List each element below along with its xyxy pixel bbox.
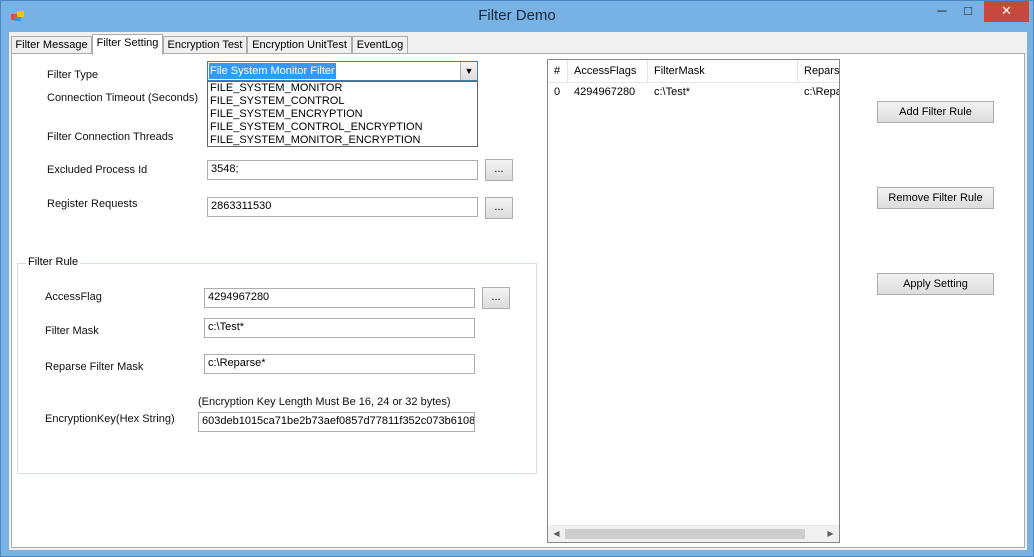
register-requests-label: Register Requests <box>47 198 138 210</box>
encryption-key-input[interactable]: 603deb1015ca71be2b73aef0857d77811f352c07… <box>198 412 475 432</box>
maximize-button[interactable]: □ <box>955 1 981 22</box>
access-flag-input[interactable]: 4294967280 <box>204 288 475 308</box>
register-requests-input[interactable]: 2863311530 <box>207 197 478 217</box>
filter-rules-list[interactable]: # AccessFlags FilterMask Reparse 0 42949… <box>547 59 840 543</box>
reparse-mask-label: Reparse Filter Mask <box>45 361 144 373</box>
add-filter-rule-button[interactable]: Add Filter Rule <box>877 101 994 123</box>
filter-rule-title: Filter Rule <box>26 256 81 268</box>
access-flag-label: AccessFlag <box>45 291 102 303</box>
filter-type-label: Filter Type <box>47 69 99 81</box>
access-flag-browse-button[interactable]: ... <box>482 287 510 309</box>
tab-eventlog[interactable]: EventLog <box>352 36 408 54</box>
filter-mask-label: Filter Mask <box>45 325 99 337</box>
filter-rule-group: Filter Rule AccessFlag 4294967280 ... Fi… <box>17 256 537 474</box>
encryption-key-hint: (Encryption Key Length Must Be 16, 24 or… <box>198 396 451 408</box>
reparse-mask-input[interactable]: c:\Reparse* <box>204 354 475 374</box>
excluded-pid-input[interactable]: 3548; <box>207 160 478 180</box>
dropdown-option[interactable]: FILE_SYSTEM_MONITOR <box>208 82 477 95</box>
window-title: Filter Demo <box>478 7 556 24</box>
scroll-right-icon[interactable]: ▶ <box>822 526 839 542</box>
filter-type-dropdown: FILE_SYSTEM_MONITOR FILE_SYSTEM_CONTROL … <box>207 81 478 147</box>
filter-type-select[interactable]: File System Monitor Filter ▼ <box>207 61 478 81</box>
chevron-down-icon[interactable]: ▼ <box>460 62 477 80</box>
dropdown-option[interactable]: FILE_SYSTEM_CONTROL_ENCRYPTION <box>208 121 477 134</box>
tab-filter-message[interactable]: Filter Message <box>11 36 92 54</box>
cell-index: 0 <box>554 86 561 98</box>
excluded-pid-browse-button[interactable]: ... <box>485 159 513 181</box>
cell-reparse: c:\Repa <box>804 86 840 98</box>
filter-mask-input[interactable]: c:\Test* <box>204 318 475 338</box>
maximize-icon: □ <box>964 3 972 18</box>
excluded-pid-label: Excluded Process Id <box>47 164 148 176</box>
client-area: Filter Message Filter Setting Encryption… <box>9 32 1027 550</box>
dropdown-option[interactable]: FILE_SYSTEM_MONITOR_ENCRYPTION <box>208 134 477 147</box>
remove-filter-rule-button[interactable]: Remove Filter Rule <box>877 187 994 209</box>
tab-encryption-test[interactable]: Encryption Test <box>163 36 247 54</box>
minimize-button[interactable]: ─ <box>929 1 955 22</box>
connection-timeout-label: Connection Timeout (Seconds) <box>47 92 199 104</box>
tab-filter-setting[interactable]: Filter Setting <box>92 34 163 55</box>
column-header-reparse[interactable]: Reparse <box>798 60 839 83</box>
connection-threads-label: Filter Connection Threads <box>47 131 174 143</box>
tab-encryption-unittest[interactable]: Encryption UnitTest <box>247 36 352 54</box>
apply-setting-button[interactable]: Apply Setting <box>877 273 994 295</box>
list-header: # AccessFlags FilterMask Reparse <box>548 60 839 83</box>
close-icon: ✕ <box>1001 3 1012 18</box>
cell-filtermask: c:\Test* <box>654 86 691 98</box>
filter-type-selected: File System Monitor Filter <box>209 63 336 79</box>
filter-setting-page: Filter Type File System Monitor Filter ▼… <box>11 53 1025 548</box>
encryption-key-label: EncryptionKey(Hex String) <box>45 413 175 425</box>
scroll-left-icon[interactable]: ◀ <box>548 526 565 542</box>
scrollbar-thumb[interactable] <box>565 529 805 539</box>
dropdown-option[interactable]: FILE_SYSTEM_CONTROL <box>208 95 477 108</box>
close-button[interactable]: ✕ <box>984 1 1029 22</box>
minimize-icon: ─ <box>937 3 947 18</box>
column-header-accessflags[interactable]: AccessFlags <box>568 60 648 83</box>
title-bar[interactable]: Filter Demo ─ □ ✕ <box>1 1 1033 32</box>
register-requests-browse-button[interactable]: ... <box>485 197 513 219</box>
horizontal-scrollbar[interactable]: ◀ ▶ <box>548 525 839 542</box>
column-header-index[interactable]: # <box>548 60 568 83</box>
dropdown-option[interactable]: FILE_SYSTEM_ENCRYPTION <box>208 108 477 121</box>
column-header-filtermask[interactable]: FilterMask <box>648 60 798 83</box>
main-window: Filter Demo ─ □ ✕ Filter Message Filter … <box>0 0 1034 557</box>
list-row[interactable]: 0 4294967280 c:\Test* c:\Repa <box>548 84 839 101</box>
cell-accessflags: 4294967280 <box>574 86 636 98</box>
